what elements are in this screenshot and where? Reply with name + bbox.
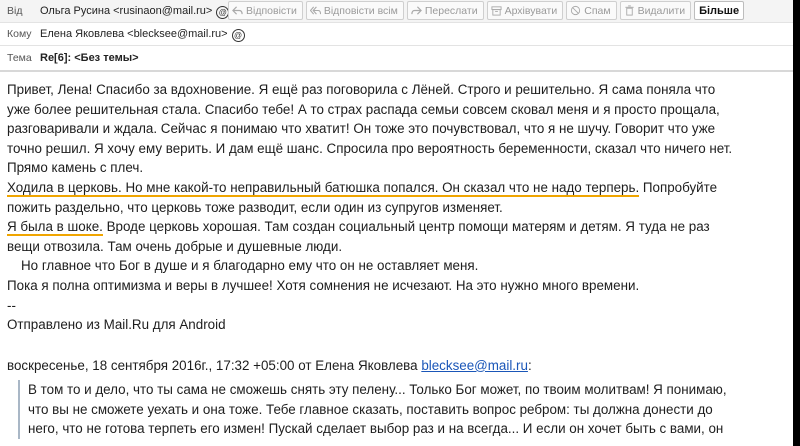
from-value[interactable]: Ольга Русина <rusinaon@mail.ru> @ (40, 5, 230, 19)
subject-row: Тема Re[6]: <Без темы> (0, 46, 793, 72)
subject-prefix: Re[6]: (40, 52, 72, 64)
message-body: Привет, Лена! Спасибо за вдохновение. Я … (7, 80, 791, 375)
signature-line: Отправлено из Mail.Ru для Android (7, 317, 226, 333)
to-row: Кому Елена Яковлева <blecksee@mail.ru> @ (0, 23, 793, 46)
quote-line: него, что не готова терпеть его измен! П… (28, 421, 724, 437)
subject-text: <Без темы> (74, 52, 139, 64)
delete-label: Видалити (637, 4, 686, 17)
quoted-meta-text: воскресенье, 18 сентября 2016г., 17:32 +… (7, 357, 422, 373)
spam-icon (571, 5, 581, 16)
body-line: Ходила в церковь. Но мне какой-то неправ… (7, 178, 791, 198)
body-line: Привет, Лена! Спасибо за вдохновение. Я … (7, 82, 716, 97)
reply-all-icon (309, 6, 321, 15)
body-line: Но главное что Бог в душе и я благодарно… (21, 258, 479, 274)
body-line: разговаривали и ждала. Сейчас я понимаю … (7, 121, 716, 137)
quote-line: что вы не сможете уехать и она тоже. Теб… (28, 401, 713, 417)
to-value[interactable]: Елена Яковлева <blecksee@mail.ru> @ (40, 28, 245, 42)
quoted-meta-colon: : (527, 357, 532, 373)
quote-line: В том то и дело, что ты сама не сможешь … (28, 382, 727, 397)
quoted-message: В том то и дело, что ты сама не сможешь … (18, 380, 793, 439)
body-text-span: Вроде церковь хорошая. Там создан социал… (102, 219, 710, 235)
to-label: Кому (7, 28, 32, 40)
signature-separator: -- (7, 297, 16, 313)
forward-button[interactable]: Переслати (406, 1, 484, 20)
to-address[interactable]: Елена Яковлева <blecksee@mail.ru> (40, 28, 228, 40)
subject-value: Re[6]: <Без темы> (40, 52, 139, 64)
highlighted-text: Ходила в церковь. Но мне какой-то неправ… (7, 179, 640, 197)
quoted-meta-line: воскресенье, 18 сентября 2016г., 17:32 +… (7, 356, 791, 376)
body-line: пожить раздельно, что церковь тоже разво… (7, 199, 503, 215)
trash-icon (624, 5, 634, 16)
spam-label: Спам (584, 4, 611, 17)
reply-label: Відповісти (246, 4, 297, 17)
sender-email-link[interactable]: blecksee@mail.ru (421, 358, 528, 373)
delete-button[interactable]: Видалити (619, 1, 692, 20)
body-text-span: Попробуйте (639, 179, 718, 195)
more-button[interactable]: Більше (694, 1, 745, 20)
subject-label: Тема (7, 52, 32, 64)
archive-icon (491, 6, 502, 16)
more-label: Більше (699, 4, 740, 17)
spam-button[interactable]: Спам (566, 1, 617, 20)
window-edge (793, 0, 800, 446)
body-line: Пока я полна оптимизма и веры в лучшее! … (7, 277, 640, 293)
archive-label: Архівувати (504, 4, 558, 17)
message-toolbar: Відповісти Відповісти всім Переслати Арх… (228, 1, 745, 22)
email-window: Від Ольга Русина <rusinaon@mail.ru> @ Від… (0, 0, 793, 446)
reply-all-label: Відповісти всім (323, 4, 398, 17)
at-sign-icon[interactable]: @ (231, 29, 245, 42)
body-line: точно решил. Я хочу ему верить. И дам ещ… (7, 140, 733, 156)
body-line: Прямо камень с плеч. (7, 160, 144, 176)
reply-all-button[interactable]: Відповісти всім (305, 1, 404, 20)
from-label: Від (7, 5, 23, 17)
body-line: уже более решительная стала. Спасибо теб… (7, 101, 720, 117)
body-line: Я была в шоке. Вроде церковь хорошая. Та… (7, 217, 791, 237)
from-row: Від Ольга Русина <rusinaon@mail.ru> @ Від… (0, 0, 793, 23)
reply-icon (232, 6, 243, 15)
from-address[interactable]: Ольга Русина <rusinaon@mail.ru> (40, 5, 212, 17)
forward-label: Переслати (424, 4, 478, 17)
archive-button[interactable]: Архівувати (486, 1, 564, 20)
highlighted-text: Я была в шоке. (7, 219, 103, 237)
reply-button[interactable]: Відповісти (228, 1, 303, 20)
forward-icon (411, 6, 422, 15)
body-line: вещи отвозила. Там очень добрые и душевн… (7, 238, 343, 254)
